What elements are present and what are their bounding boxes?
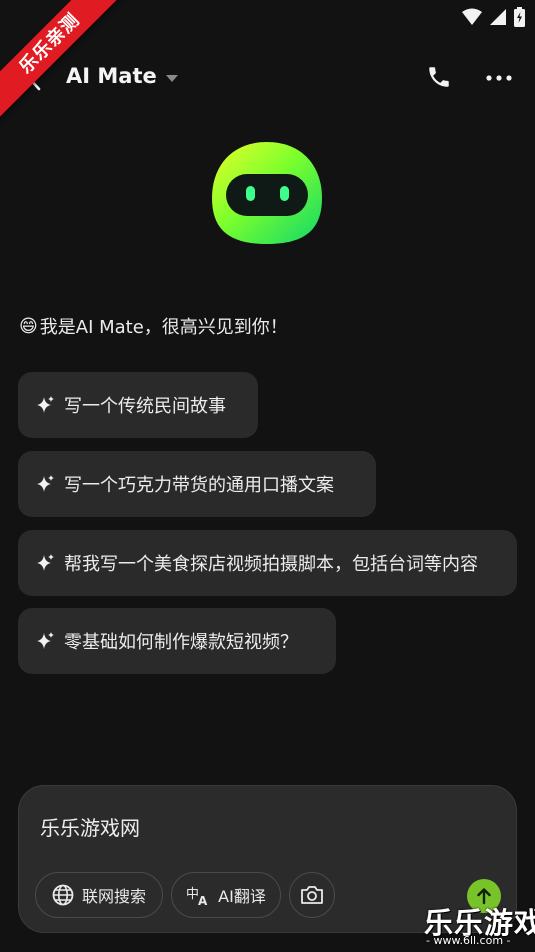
more-dots-icon bbox=[486, 75, 512, 81]
wifi-icon bbox=[462, 8, 482, 25]
more-options-button[interactable] bbox=[483, 64, 515, 92]
sparkle-icon bbox=[37, 554, 54, 571]
ai-translate-button[interactable]: 中A AI翻译 bbox=[171, 872, 281, 918]
suggestion-label: 写一个传统民间故事 bbox=[64, 396, 226, 417]
battery-icon bbox=[514, 7, 525, 27]
sparkle-icon bbox=[37, 632, 54, 649]
site-watermark: 乐乐游戏 - www.6ll.com - bbox=[420, 900, 535, 952]
web-search-label: 联网搜索 bbox=[81, 887, 146, 906]
robot-head-icon bbox=[212, 142, 322, 244]
web-search-button[interactable]: 联网搜索 bbox=[35, 872, 163, 918]
signal-icon bbox=[490, 9, 506, 25]
watermark-url: - www.6ll.com - bbox=[426, 934, 511, 947]
suggestion-chip[interactable]: 写一个传统民间故事 bbox=[18, 372, 258, 438]
ai-mate-avatar bbox=[210, 140, 324, 246]
ai-translate-label: AI翻译 bbox=[218, 887, 266, 906]
suggestion-chip[interactable]: 写一个巧克力带货的通用口播文案 bbox=[18, 451, 376, 517]
suggestion-chip[interactable]: 零基础如何制作爆款短视频？ bbox=[18, 608, 336, 674]
suggestion-label: 零基础如何制作爆款短视频？ bbox=[64, 632, 298, 653]
caret-down-icon bbox=[166, 75, 178, 82]
message-input[interactable]: 乐乐游戏网 bbox=[40, 812, 140, 841]
translate-icon: 中A bbox=[186, 887, 208, 906]
globe-icon bbox=[52, 884, 74, 906]
suggestion-chip[interactable]: 帮我写一个美食探店视频拍摄脚本，包括台词等内容 bbox=[18, 530, 517, 596]
camera-icon bbox=[301, 886, 323, 904]
sparkle-icon bbox=[37, 475, 54, 492]
phone-icon bbox=[429, 67, 449, 87]
sparkle-icon bbox=[37, 396, 54, 413]
camera-button[interactable] bbox=[289, 872, 335, 918]
promo-ribbon: 乐乐亲测 bbox=[0, 0, 140, 140]
promo-ribbon-label: 乐乐亲测 bbox=[0, 0, 129, 123]
suggestion-label: 帮我写一个美食探店视频拍摄脚本，包括台词等内容 bbox=[64, 554, 478, 575]
greeting-text: 我是AI Mate，很高兴见到你！ bbox=[39, 317, 288, 338]
grinning-emoji: 😄 bbox=[19, 315, 38, 337]
greeting-message: 😄 我是AI Mate，很高兴见到你！ bbox=[19, 313, 288, 339]
svg-text:A: A bbox=[198, 894, 208, 906]
model-switch-button[interactable] bbox=[163, 70, 181, 88]
suggestion-label: 写一个巧克力带货的通用口播文案 bbox=[64, 475, 334, 496]
voice-call-button[interactable] bbox=[426, 64, 454, 92]
